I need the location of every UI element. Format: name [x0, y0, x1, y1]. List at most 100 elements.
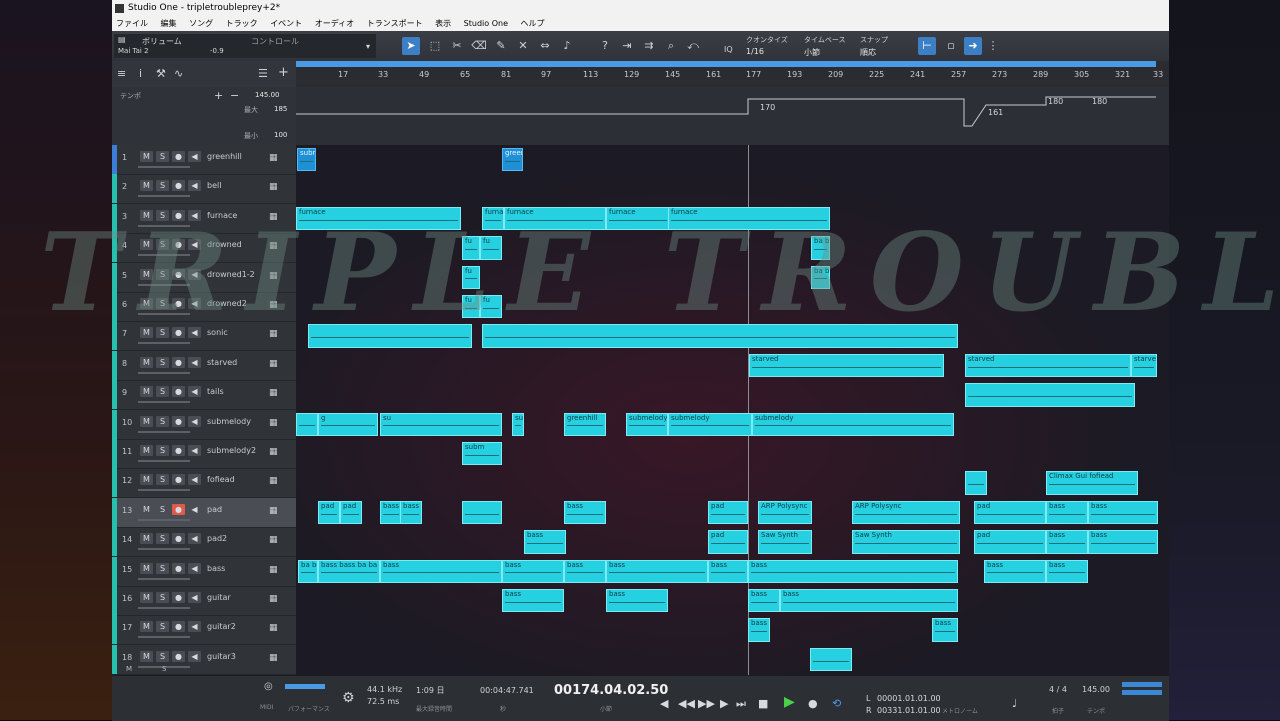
split-view-icon[interactable]: ⋮	[984, 37, 1002, 55]
monitor-button[interactable]: ◀	[188, 415, 201, 427]
clip[interactable]: greer	[502, 148, 523, 172]
monitor-button[interactable]: ◀	[188, 298, 201, 309]
track-header-4[interactable]: 4 M S ● ◀ drowned ▦	[112, 233, 296, 264]
monitor-button[interactable]: ◀	[188, 180, 201, 192]
mute-button[interactable]: M	[140, 650, 153, 662]
solo-button[interactable]: S	[156, 239, 169, 251]
clip[interactable]: furnace	[504, 206, 606, 231]
clip[interactable]: fu	[462, 265, 480, 289]
clip[interactable]: submelody	[752, 412, 954, 436]
metronome-icon[interactable]: ♩	[1012, 697, 1017, 710]
loop-range-bar[interactable]	[296, 61, 1156, 67]
record-arm-button[interactable]: ●	[172, 415, 185, 427]
auto-scroll-icon[interactable]: ➜	[964, 37, 982, 55]
track-header-13[interactable]: 13 M S ● ◀ pad ▦	[112, 497, 296, 528]
clip[interactable]: starved	[1131, 353, 1157, 378]
clip[interactable]: subm	[462, 442, 502, 466]
footer-solo-icon[interactable]: S	[162, 665, 166, 673]
keyboard-icon[interactable]: ▦	[269, 300, 278, 310]
clip[interactable]: bass	[564, 559, 606, 583]
mute-button[interactable]: M	[140, 298, 153, 309]
clip[interactable]: bass	[708, 559, 748, 583]
monitor-button[interactable]: ◀	[188, 209, 201, 221]
clip[interactable]: bass	[502, 559, 564, 583]
clip[interactable]: submelody	[668, 412, 752, 436]
keyboard-icon[interactable]: ▦	[269, 447, 278, 457]
clip[interactable]: furnace	[296, 206, 461, 231]
keyboard-icon[interactable]: ▦	[269, 153, 278, 163]
loop-end[interactable]: 00331.01.01.00	[877, 706, 941, 715]
monitor-button[interactable]: ◀	[188, 503, 201, 515]
record-arm-button[interactable]: ●	[172, 151, 185, 162]
track-name[interactable]: drowned	[207, 240, 242, 249]
tempo-max-value[interactable]: 185	[274, 105, 287, 113]
volume-slider[interactable]	[138, 401, 190, 404]
forward-icon[interactable]: ▶▶	[698, 697, 715, 710]
clip[interactable]: submelody	[626, 412, 668, 436]
tempo-remove-icon[interactable]: −	[230, 89, 239, 102]
clip[interactable]: fu	[462, 295, 480, 319]
track-name[interactable]: drowned2	[207, 299, 247, 308]
track-name[interactable]: drowned1-2	[207, 270, 255, 279]
solo-button[interactable]: S	[156, 151, 169, 162]
wrench-icon[interactable]: ⚒	[156, 67, 166, 80]
monitor-button[interactable]: ◀	[188, 327, 201, 339]
play-icon[interactable]: ▶	[784, 694, 795, 710]
timebase-value[interactable]: 小節	[804, 47, 820, 58]
clip[interactable]: subm	[297, 148, 316, 172]
clip[interactable]: bass	[524, 530, 566, 554]
clip[interactable]: Climax Gui fofiead	[1046, 471, 1138, 495]
clip[interactable]: bass	[1046, 559, 1088, 583]
loop-icon[interactable]: ⟲	[832, 697, 841, 710]
quantize-value[interactable]: 1/16	[746, 47, 764, 56]
automation-icon[interactable]: ∿	[174, 67, 183, 80]
track-name[interactable]: bell	[207, 181, 221, 190]
help-icon[interactable]: ?	[596, 37, 614, 55]
track-header-5[interactable]: 5 M S ● ◀ drowned1-2 ▦	[112, 262, 296, 293]
eraser-tool-icon[interactable]: ⌫	[470, 37, 488, 55]
track-header-8[interactable]: 8 M S ● ◀ starved ▦	[112, 350, 296, 381]
time-seconds[interactable]: 00:04:47.741	[480, 686, 534, 695]
mute-button[interactable]: M	[140, 533, 153, 545]
solo-button[interactable]: S	[156, 533, 169, 545]
zoom-icon[interactable]: ⌕	[662, 37, 680, 55]
solo-button[interactable]: S	[156, 562, 169, 574]
clip[interactable]: fu	[480, 236, 502, 260]
track-name[interactable]: guitar3	[207, 652, 236, 661]
clip[interactable]: ba ba	[811, 236, 830, 260]
record-arm-button[interactable]: ●	[172, 503, 185, 515]
clip[interactable]: bass	[1088, 500, 1158, 525]
ripple-icon[interactable]: ⇉	[640, 37, 658, 55]
tempo-value[interactable]: 145.00	[255, 91, 280, 99]
mute-button[interactable]: M	[140, 415, 153, 427]
monitor-button[interactable]: ◀	[188, 621, 201, 633]
volume-slider[interactable]	[138, 518, 190, 521]
clip[interactable]: bass	[1046, 530, 1088, 554]
clip[interactable]: bass	[380, 559, 502, 583]
record-arm-button[interactable]: ●	[172, 327, 185, 339]
solo-button[interactable]: S	[156, 209, 169, 221]
mute-button[interactable]: M	[140, 180, 153, 192]
track-name[interactable]: pad2	[207, 534, 227, 543]
mute-button[interactable]: M	[140, 621, 153, 633]
tempo-curve[interactable]	[296, 87, 1169, 145]
clip[interactable]: furnace	[606, 206, 670, 231]
snap-value[interactable]: 順応	[860, 47, 876, 58]
mute-button[interactable]: M	[140, 327, 153, 339]
footer-mute-icon[interactable]: M	[126, 665, 132, 673]
record-arm-button[interactable]: ●	[172, 298, 185, 309]
clip[interactable]: pad	[708, 500, 748, 525]
tempo-min-value[interactable]: 100	[274, 131, 287, 139]
volume-slider[interactable]	[138, 254, 190, 257]
clip[interactable]: bass	[932, 618, 958, 642]
grid-icon[interactable]: ▫	[942, 37, 960, 55]
record-arm-button[interactable]: ●	[172, 386, 185, 398]
keyboard-icon[interactable]: ▦	[269, 388, 278, 398]
stop-icon[interactable]: ■	[758, 697, 768, 710]
volume-slider[interactable]	[138, 342, 190, 345]
timeline-ruler[interactable]: 17 33 49 65 81 97 113 129 145 161 177 19…	[296, 61, 1169, 87]
record-arm-button[interactable]: ●	[172, 180, 185, 192]
mute-button[interactable]: M	[140, 445, 153, 456]
clip[interactable]: bass	[400, 500, 422, 525]
tempo-lane[interactable]: 170 161 180 180	[296, 87, 1169, 146]
